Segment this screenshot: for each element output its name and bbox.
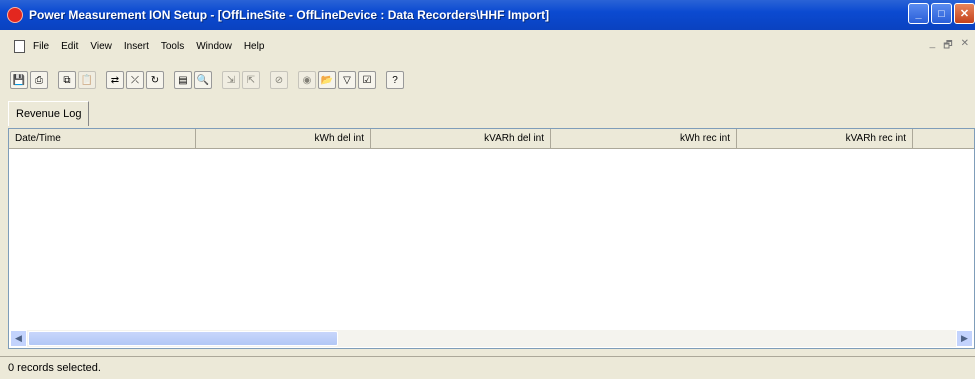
status-text: 0 records selected. <box>8 362 101 374</box>
mdi-close-button[interactable]: ✕ <box>961 38 969 55</box>
connect-icon[interactable]: ⇄ <box>106 71 124 89</box>
scroll-right-arrow[interactable]: ▶ <box>956 330 973 347</box>
menu-file[interactable]: File <box>33 41 49 52</box>
tab-revenue-log[interactable]: Revenue Log <box>8 101 90 126</box>
folder-icon[interactable]: 📂 <box>318 71 336 89</box>
menu-view[interactable]: View <box>90 41 112 52</box>
mdi-controls: _ 🗗 ✕ <box>930 38 969 55</box>
data-grid[interactable]: Date/Time kWh del int kVARh del int kWh … <box>8 128 975 349</box>
tab-label: Revenue Log <box>16 108 82 120</box>
menu-tools[interactable]: Tools <box>161 41 184 52</box>
print-icon[interactable]: ⎙ <box>30 71 48 89</box>
scroll-thumb[interactable] <box>28 331 338 346</box>
help-icon[interactable]: ? <box>386 71 404 89</box>
export-icon[interactable]: ⇱ <box>242 71 260 89</box>
filter-icon[interactable]: ▽ <box>338 71 356 89</box>
refresh-icon[interactable]: ↻ <box>146 71 164 89</box>
menu-insert[interactable]: Insert <box>124 41 149 52</box>
menu-help[interactable]: Help <box>244 41 265 52</box>
save-icon[interactable]: 💾 <box>10 71 28 89</box>
toolbar: 💾 ⎙ ⧉ 📋 ⇄ ⤫ ↻ ▤ 🔍 ⇲ ⇱ ⊘ ◉ 📂 ▽ ☑ ? <box>10 67 406 93</box>
menu-bar: File Edit View Insert Tools Window Help … <box>0 36 975 56</box>
column-header-date-time[interactable]: Date/Time <box>9 129 196 148</box>
window-title: Power Measurement ION Setup - [OffLineSi… <box>29 8 550 22</box>
paste-icon[interactable]: 📋 <box>78 71 96 89</box>
stop-icon[interactable]: ◉ <box>298 71 316 89</box>
properties-icon[interactable]: ▤ <box>174 71 192 89</box>
column-header-kwh-rec-int[interactable]: kWh rec int <box>551 129 737 148</box>
copy-icon[interactable]: ⧉ <box>58 71 76 89</box>
status-bar: 0 records selected. <box>0 356 975 379</box>
menu-edit[interactable]: Edit <box>61 41 78 52</box>
minimize-button[interactable]: _ <box>908 3 929 24</box>
column-header-kvarh-rec-int[interactable]: kVARh rec int <box>737 129 913 148</box>
title-bar: Power Measurement ION Setup - [OffLineSi… <box>0 0 975 30</box>
column-header-kwh-del-int[interactable]: kWh del int <box>196 129 371 148</box>
menu-window[interactable]: Window <box>196 41 232 52</box>
maximize-button[interactable]: □ <box>931 3 952 24</box>
mdi-restore-button[interactable]: 🗗 <box>943 38 952 55</box>
column-header-kvarh-del-int[interactable]: kVARh del int <box>371 129 551 148</box>
app-icon <box>7 7 23 23</box>
cancel-icon[interactable]: ⊘ <box>270 71 288 89</box>
mdi-minimize-button[interactable]: _ <box>930 38 936 55</box>
window-controls: _ □ ✕ <box>908 3 975 24</box>
document-icon[interactable] <box>14 39 25 53</box>
grid-header: Date/Time kWh del int kVARh del int kWh … <box>9 129 974 149</box>
import-icon[interactable]: ⇲ <box>222 71 240 89</box>
horizontal-scrollbar[interactable]: ◀ ▶ <box>10 330 973 347</box>
disconnect-icon[interactable]: ⤫ <box>126 71 144 89</box>
close-button[interactable]: ✕ <box>954 3 975 24</box>
checkbox-icon[interactable]: ☑ <box>358 71 376 89</box>
preview-icon[interactable]: 🔍 <box>194 71 212 89</box>
scroll-left-arrow[interactable]: ◀ <box>10 330 27 347</box>
